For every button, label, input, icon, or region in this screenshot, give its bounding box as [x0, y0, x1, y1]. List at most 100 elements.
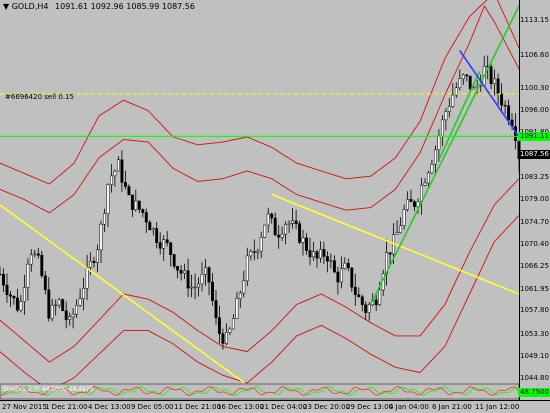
candle-body: [332, 260, 336, 273]
candle-body: [395, 232, 399, 235]
candle-body: [176, 266, 180, 271]
green-trend-line[interactable]: [369, 5, 520, 305]
candle-body: [406, 199, 409, 210]
candle-body: [322, 249, 326, 257]
candle-body: [437, 135, 441, 151]
candle-body: [503, 104, 507, 107]
time-tick: 9 Dec 05:00: [131, 403, 174, 411]
candle-body: [0, 273, 2, 276]
candle-body: [15, 297, 19, 311]
candle-body: [273, 217, 277, 236]
price-tick: 1083.25: [520, 172, 549, 181]
candle-body: [256, 250, 260, 253]
candle-body: [312, 251, 315, 258]
candle-body: [43, 275, 47, 291]
price-tick: 1079.00: [520, 195, 549, 204]
candle-body: [190, 286, 194, 289]
candle-body: [12, 296, 16, 299]
stoch-label: Stoch(5,3,3) 44.0000 48.4975: [3, 386, 94, 393]
candle-body: [305, 237, 308, 251]
time-tick: 4 Jan 04:00: [389, 403, 429, 411]
candle-body: [106, 184, 110, 214]
chart-window[interactable]: ▼ GOLD,H4 1091.61 1092.96 1085.99 1087.5…: [0, 0, 550, 413]
price-chart[interactable]: [0, 0, 550, 413]
candle-body: [224, 332, 228, 344]
price-tick: 1100.30: [520, 83, 549, 92]
candle-body: [200, 274, 204, 285]
candle-body: [500, 93, 504, 106]
candle-body: [82, 288, 86, 299]
candle-body: [179, 270, 183, 274]
candle-body: [197, 283, 200, 288]
candle-body: [235, 298, 239, 319]
price-tick: 1113.15: [520, 16, 549, 25]
candle-body: [75, 304, 79, 315]
candle-body: [364, 304, 368, 313]
candle-body: [155, 228, 159, 243]
candle-body: [71, 314, 75, 318]
dropdown-arrow-icon[interactable]: ▼: [3, 2, 9, 11]
candle-body: [447, 106, 451, 112]
candle-body: [78, 298, 82, 306]
candle-body: [36, 253, 40, 256]
candle-body: [308, 250, 312, 258]
time-tick: 29 Dec 13:00: [346, 403, 394, 411]
candle-body: [183, 270, 187, 274]
yellow-trend-line[interactable]: [271, 193, 520, 295]
candle-body: [287, 223, 291, 225]
price-tick: 1066.25: [520, 261, 549, 270]
candle-body: [263, 224, 267, 238]
candle-body: [113, 170, 117, 177]
candle-body: [294, 220, 298, 224]
bollinger-lower-line: [0, 178, 520, 363]
candle-body: [214, 300, 218, 319]
candle-body: [134, 200, 138, 210]
candle-body: [2, 273, 5, 286]
price-tick: 1096.00: [520, 106, 549, 115]
candle-body: [367, 304, 371, 313]
candle-body: [468, 75, 472, 90]
candle-body: [388, 252, 392, 255]
bollinger-lower-wide-line: [0, 215, 520, 392]
candle-body: [374, 299, 378, 306]
candle-body: [110, 175, 113, 185]
candle-body: [169, 242, 173, 255]
chart-header: ▼ GOLD,H4 1091.61 1092.96 1085.99 1087.5…: [3, 2, 195, 12]
candle-body: [162, 239, 166, 249]
time-tick: 21 Dec 04:00: [260, 403, 308, 411]
candle-body: [211, 281, 214, 301]
time-tick: 23 Dec 20:00: [303, 403, 351, 411]
candle-body: [465, 74, 469, 77]
bollinger-bands: [0, 0, 520, 392]
candle-body: [249, 251, 253, 257]
candle-body: [92, 260, 96, 263]
candle-body: [148, 222, 152, 231]
candle-body: [137, 200, 141, 210]
candle-body: [40, 255, 44, 277]
candle-body: [64, 310, 68, 320]
candle-body: [277, 234, 281, 238]
candle-body: [252, 251, 256, 253]
price-tick: 1053.30: [520, 329, 549, 338]
price-tick: 1061.95: [520, 284, 549, 293]
candle-body: [130, 194, 134, 210]
price-tick: 1074.70: [520, 217, 549, 226]
candle-body: [458, 78, 462, 89]
candle-body: [242, 280, 246, 294]
candle-body: [357, 294, 361, 298]
candle-body: [413, 201, 416, 207]
candle-body: [329, 260, 333, 262]
yellow-trend-line[interactable]: [0, 204, 246, 384]
candles: [0, 55, 521, 350]
candle-body: [228, 328, 232, 333]
candle-body: [440, 119, 444, 137]
candle-body: [123, 182, 127, 187]
candle-body: [402, 209, 406, 226]
price-tick: 1070.40: [520, 240, 549, 249]
candle-body: [489, 66, 493, 85]
candle-body: [5, 284, 9, 295]
candle-body: [26, 263, 30, 288]
candle-body: [343, 263, 347, 269]
candle-body: [245, 255, 249, 282]
trend-lines[interactable]: [0, 5, 520, 384]
